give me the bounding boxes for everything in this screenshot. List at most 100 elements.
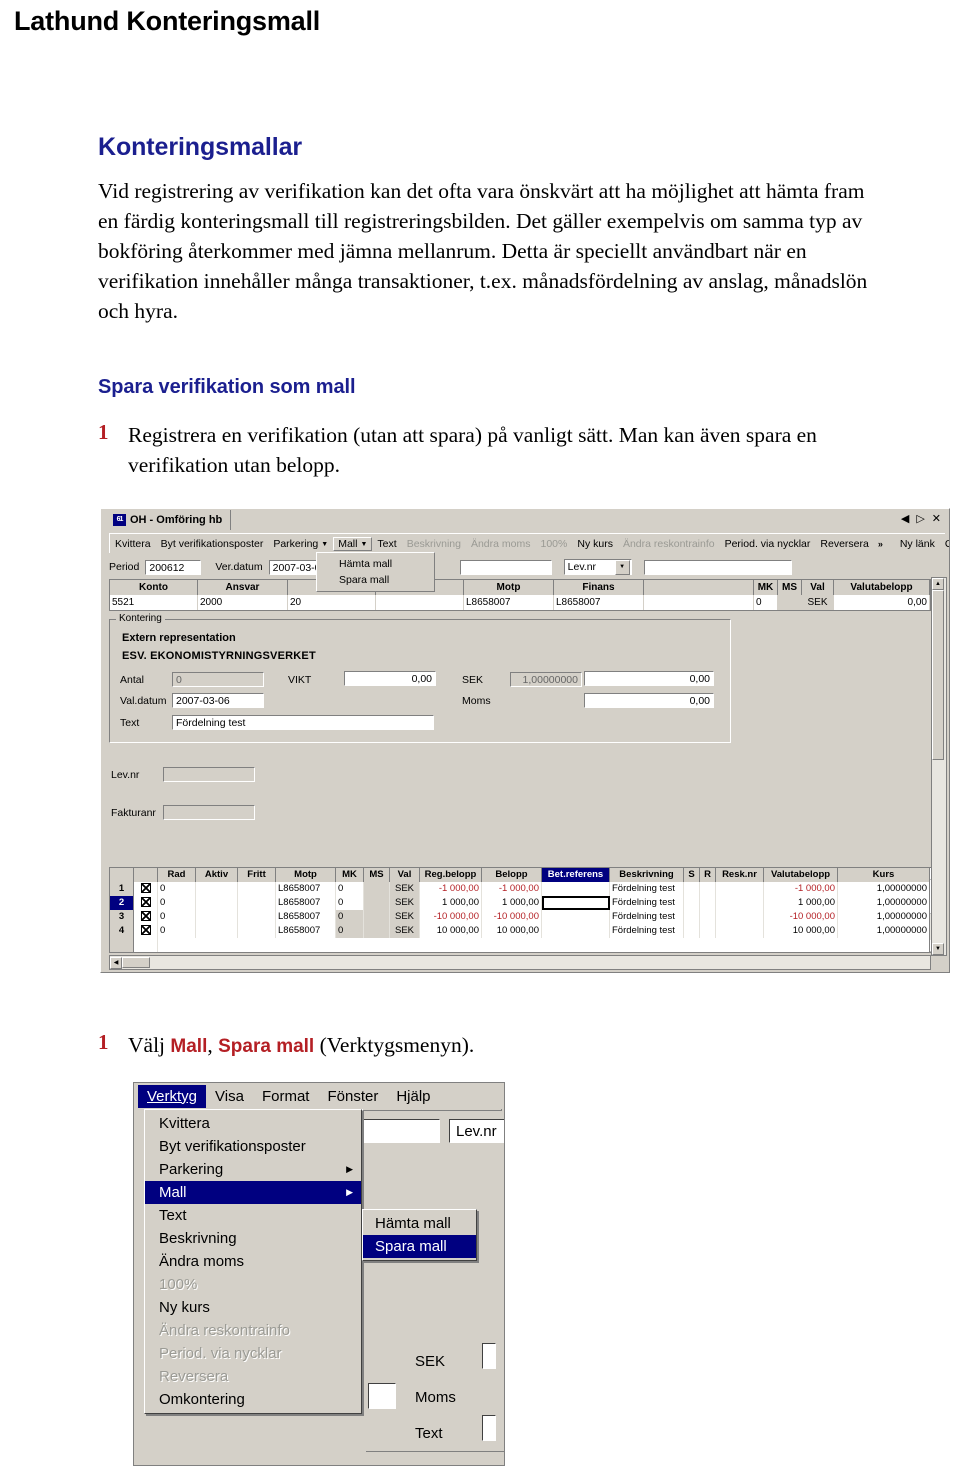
menu-format[interactable]: Format	[253, 1085, 319, 1108]
table-row-empty[interactable]	[110, 938, 930, 952]
col-ms[interactable]: MS	[364, 868, 390, 882]
table-row[interactable]: 1 0 L8658007 0 SEK -1 000,00 -1 000,00 F…	[110, 882, 930, 896]
background-input[interactable]	[362, 1119, 440, 1143]
scroll-up-icon[interactable]: ▲	[932, 578, 944, 590]
menu-item-kvittera[interactable]: Kvittera	[145, 1112, 361, 1135]
cell-betreferens-focused[interactable]	[542, 896, 610, 910]
menu-item-beskrivning[interactable]: Beskrivning	[145, 1227, 361, 1250]
toolbar-item-parkering[interactable]: Parkering ▼	[268, 538, 333, 550]
cell-checkbox[interactable]	[134, 910, 158, 924]
table-row[interactable]: 2 0 L8658007 0 SEK 1 000,00 1 000,00 För…	[110, 896, 930, 910]
toolbar-item-mall[interactable]: Mall ▼	[333, 536, 373, 551]
menu-item-byt-verifikationsposter[interactable]: Byt verifikationsposter	[145, 1135, 361, 1158]
cell-fritt	[238, 896, 276, 910]
col-fritt[interactable]: Fritt	[238, 868, 276, 882]
next-arrow-icon[interactable]: ▷	[916, 512, 924, 525]
menu-hjalp[interactable]: Hjälp	[387, 1085, 439, 1108]
toolbar-item-reversera[interactable]: Reversera	[815, 538, 873, 550]
toolbar-overflow-icon[interactable]: »	[874, 539, 887, 548]
menu-item-text[interactable]: Text	[145, 1204, 361, 1227]
levnr-input[interactable]	[163, 767, 255, 782]
col-ansvar[interactable]: Ansvar	[198, 580, 288, 595]
table-row[interactable]: 3 0 L8658007 0 SEK -10 000,00 -10 000,00…	[110, 910, 930, 924]
window-horizontal-scrollbar[interactable]: ◀	[109, 955, 931, 970]
menu-verktyg[interactable]: Verktyg	[138, 1084, 207, 1108]
submenu-item-hamta-mall[interactable]: Hämta mall	[363, 1212, 476, 1235]
toolbar-item-kvittera[interactable]: Kvittera	[110, 538, 156, 550]
table-row[interactable]: 4 0 L8658007 0 SEK 10 000,00 10 000,00 F…	[110, 924, 930, 938]
col-konto[interactable]: Konto	[110, 580, 198, 595]
window-vertical-scrollbar[interactable]: ▲ ▼	[931, 577, 947, 956]
menu-item-mall[interactable]: Mall ▶	[145, 1181, 361, 1204]
col-aktiv[interactable]: Aktiv	[196, 868, 238, 882]
toolbar-item-text[interactable]: Text	[372, 538, 401, 550]
vikt-input[interactable]: 0,00	[344, 671, 436, 686]
col-kurs[interactable]: Kurs	[838, 868, 930, 882]
blank-input[interactable]	[459, 559, 552, 575]
col-blank[interactable]	[644, 580, 754, 595]
scroll-left-icon[interactable]: ◀	[110, 956, 122, 969]
levnr-value-input[interactable]	[643, 559, 792, 575]
cell-checkbox[interactable]	[134, 924, 158, 938]
col-finans[interactable]: Finans	[554, 580, 644, 595]
col-regbelopp[interactable]: Reg.belopp	[420, 868, 482, 882]
cell-checkbox[interactable]	[134, 882, 158, 896]
col-r[interactable]: R	[700, 868, 716, 882]
label: Beskrivning	[159, 1230, 237, 1247]
menu-fonster[interactable]: Fönster	[318, 1085, 387, 1108]
col-belopp[interactable]: Belopp	[482, 868, 542, 882]
col-mk[interactable]: MK	[754, 580, 778, 595]
cell-checkbox[interactable]	[134, 938, 158, 952]
col-beskrivning[interactable]: Beskrivning	[610, 868, 684, 882]
toolbar-item-ordna-lankar[interactable]: Ordna länkar	[940, 538, 949, 550]
menu-item-hamta-mall[interactable]: Hämta mall	[317, 556, 434, 572]
col-val[interactable]: Val	[390, 868, 420, 882]
col-betreferens[interactable]: Bet.referens	[542, 868, 610, 882]
sek-amount-input[interactable]: 0,00	[584, 671, 714, 686]
levnr-combo[interactable]: Lev.nr ▼	[563, 559, 632, 575]
moms-input[interactable]: 0,00	[584, 693, 714, 708]
cell-checkbox[interactable]	[134, 896, 158, 910]
toolbar-item-period-via-nycklar[interactable]: Period. via nycklar	[720, 538, 816, 550]
mdi-tab-omforing[interactable]: 61 OH - Omföring hb	[111, 510, 232, 530]
col-rad[interactable]: Rad	[158, 868, 196, 882]
menu-item-ny-kurs[interactable]: Ny kurs	[145, 1296, 361, 1319]
col-val[interactable]: Val	[802, 580, 834, 595]
toolbar-item-ny-kurs[interactable]: Ny kurs	[572, 538, 618, 550]
period-input[interactable]: 200612	[145, 559, 202, 575]
fakturanr-input[interactable]	[163, 805, 255, 820]
scrollbar-thumb[interactable]	[932, 590, 944, 760]
text-input[interactable]: Fördelning test	[172, 715, 434, 730]
col-motp[interactable]: Motp	[276, 868, 336, 882]
antal-input[interactable]: 0	[172, 672, 264, 687]
col-resknr[interactable]: Resk.nr	[716, 868, 764, 882]
background-small-box[interactable]	[368, 1383, 396, 1409]
col-ms[interactable]: MS	[778, 580, 802, 595]
menu-item-andra-moms[interactable]: Ändra moms	[145, 1250, 361, 1273]
cell-val: SEK	[390, 924, 420, 938]
toolbar-item-beskrivning: Beskrivning	[406, 537, 461, 550]
valdatum-input[interactable]: 2007-03-06	[172, 693, 264, 708]
menu-item-spara-mall[interactable]: Spara mall	[317, 572, 434, 588]
prev-arrow-icon[interactable]: ◀	[901, 512, 909, 525]
scrollbar-thumb[interactable]	[122, 957, 150, 968]
menu-visa[interactable]: Visa	[206, 1085, 253, 1108]
label: Ny kurs	[159, 1299, 210, 1316]
col-motp[interactable]: Motp	[464, 580, 554, 595]
submenu-item-spara-mall[interactable]: Spara mall	[363, 1235, 476, 1258]
sek-rate-input[interactable]: 1,00000000	[510, 672, 582, 687]
col-mk[interactable]: MK	[336, 868, 364, 882]
col-s[interactable]: S	[684, 868, 700, 882]
col-rownum[interactable]	[110, 868, 134, 882]
col-valutabelopp[interactable]: Valutabelopp	[764, 868, 838, 882]
menu-item-omkontering[interactable]: Omkontering	[145, 1388, 361, 1411]
close-icon[interactable]: ✕	[932, 512, 941, 525]
toolbar-item-byt-verifikationsposter[interactable]: Byt verifikationsposter	[156, 538, 269, 550]
toolbar-item-ny-lank[interactable]: Ny länk	[895, 538, 940, 550]
menu-item-parkering[interactable]: Parkering ▶	[145, 1158, 361, 1181]
col-valutabelopp[interactable]: Valutabelopp	[834, 580, 930, 595]
table-row[interactable]: 5521 2000 20 L8658007 L8658007 0 SEK 0,0…	[110, 595, 930, 610]
col-checkbox[interactable]	[134, 868, 158, 882]
scroll-down-icon[interactable]: ▼	[932, 943, 944, 955]
background-edge-box	[482, 1343, 496, 1369]
